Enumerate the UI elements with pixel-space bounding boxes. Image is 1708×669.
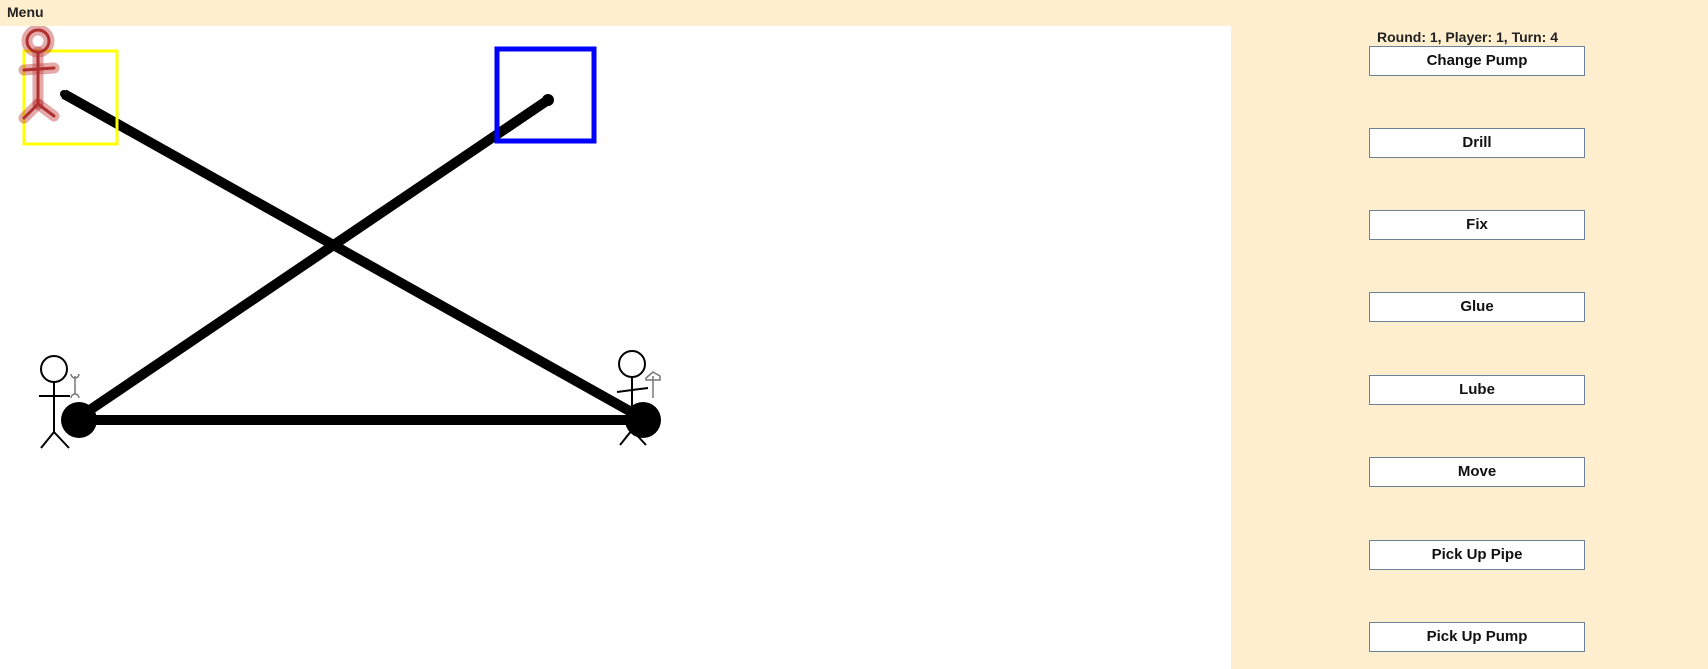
- node-end-top-right[interactable]: [542, 94, 554, 106]
- move-button[interactable]: Move: [1369, 457, 1585, 487]
- turn-status: Round: 1, Player: 1, Turn: 4: [1231, 29, 1708, 45]
- drill-button[interactable]: Drill: [1369, 128, 1585, 158]
- board-svg: [18, 26, 661, 449]
- fix-button[interactable]: Fix: [1369, 210, 1585, 240]
- action-panel: Round: 1, Player: 1, Turn: 4 Change Pump…: [1231, 26, 1708, 669]
- menubar: Menu: [0, 0, 1708, 26]
- turn-status-text: Round: 1, Player: 1, Turn: 4: [1377, 29, 1558, 45]
- pick-up-pump-button[interactable]: Pick Up Pump: [1369, 622, 1585, 652]
- active-player-icon[interactable]: [18, 26, 60, 124]
- menu-button[interactable]: Menu: [7, 4, 44, 20]
- glue-button[interactable]: Glue: [1369, 292, 1585, 322]
- node-end-top-left[interactable]: [60, 90, 68, 98]
- pump-bottom-left[interactable]: [61, 402, 97, 438]
- lube-button[interactable]: Lube: [1369, 375, 1585, 405]
- pick-up-pipe-button[interactable]: Pick Up Pipe: [1369, 540, 1585, 570]
- change-pump-button[interactable]: Change Pump: [1369, 46, 1585, 76]
- game-board[interactable]: [0, 26, 1231, 669]
- pipe-bottom-left-to-top-right[interactable]: [75, 95, 551, 423]
